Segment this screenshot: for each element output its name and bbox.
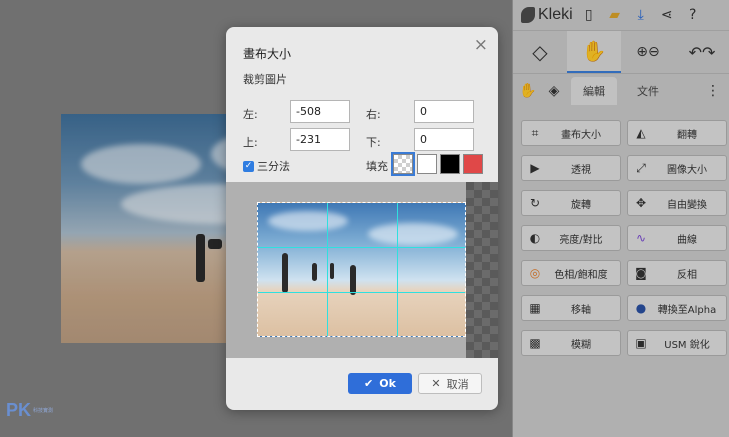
fill-red-swatch[interactable] (463, 154, 483, 174)
right-label: 右: (366, 108, 381, 121)
checkmark-icon: ✔ (364, 377, 374, 390)
left-label: 左: (243, 108, 258, 121)
top-input[interactable] (290, 128, 350, 151)
fill-black-swatch[interactable] (440, 154, 460, 174)
dialog-title: 畫布大小 (243, 47, 292, 61)
top-label: 上: (243, 136, 258, 149)
thirds-line (258, 292, 465, 293)
fill-label: 填充 (366, 160, 388, 173)
rule-of-thirds-toggle[interactable]: ✓ 三分法 (243, 158, 290, 174)
thirds-line (397, 203, 398, 336)
left-input[interactable] (290, 100, 350, 123)
watermark-text: PK (6, 400, 32, 420)
close-icon[interactable]: × (474, 35, 488, 55)
watermark-sub: 科技實測 (33, 407, 54, 414)
dialog-footer: ✔ Ok ✕ 取消 (226, 358, 498, 410)
crop-preview[interactable] (226, 182, 498, 358)
fill-transparent-swatch[interactable] (391, 152, 415, 176)
bottom-label: 下: (366, 136, 381, 149)
thirds-line (258, 247, 465, 248)
rule-of-thirds-label: 三分法 (257, 160, 290, 173)
checkbox-checked-icon[interactable]: ✓ (243, 160, 254, 172)
thirds-line (327, 203, 328, 336)
bottom-input[interactable] (414, 128, 474, 151)
dialog-subtitle: 裁剪圖片 (243, 73, 287, 86)
fill-white-swatch[interactable] (417, 154, 437, 174)
canvas-size-dialog: 畫布大小 × 裁剪圖片 左: 右: 上: 下: ✓ 三分法 填充 ✔ (226, 27, 498, 410)
ok-button[interactable]: ✔ Ok (348, 373, 412, 394)
cancel-button[interactable]: ✕ 取消 (418, 373, 482, 394)
cancel-x-icon: ✕ (431, 377, 441, 390)
watermark: PK 科技實測 (6, 400, 63, 421)
right-input[interactable] (414, 100, 474, 123)
crop-region[interactable] (257, 202, 466, 337)
